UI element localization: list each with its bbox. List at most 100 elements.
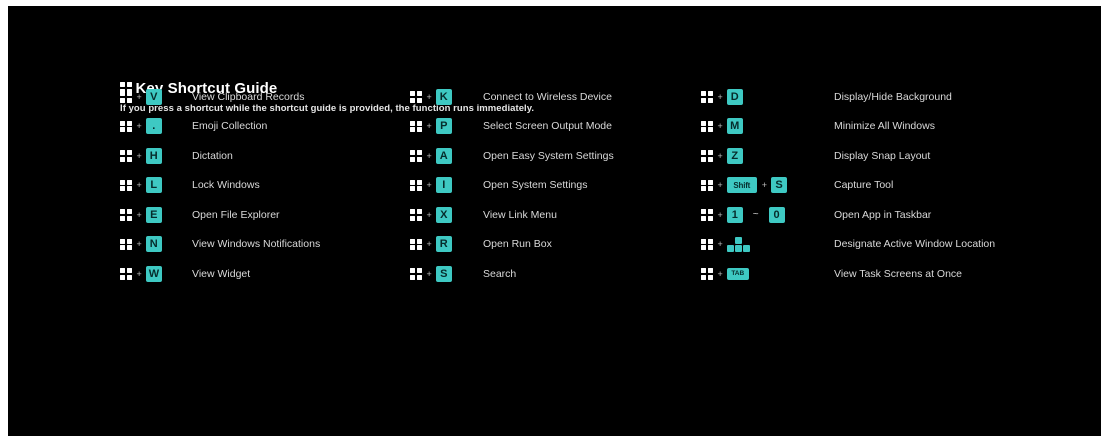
windows-key-icon	[410, 238, 422, 250]
shortcut-key: V	[145, 88, 162, 105]
windows-key-icon	[120, 91, 132, 103]
shortcut-row: + H Dictation	[120, 141, 233, 171]
shortcut-key: S	[435, 265, 452, 282]
plus-sign: +	[717, 268, 723, 279]
plus-sign: +	[717, 239, 723, 250]
windows-key-icon	[410, 120, 422, 132]
shortcut-row: + W View Widget	[120, 259, 250, 289]
windows-key-icon	[701, 120, 713, 132]
shortcut-label: Open Run Box	[483, 238, 552, 251]
shortcut-key: A	[435, 147, 452, 164]
shortcut-key: W	[145, 265, 163, 282]
shortcut-key: X	[435, 206, 452, 223]
shortcut-label: Display Snap Layout	[834, 149, 931, 162]
range-tilde: ~	[752, 209, 759, 221]
shift-key: Shift	[726, 177, 757, 194]
shortcut-row: +. Emoji Collection	[120, 112, 267, 142]
shortcut-label: Select Screen Output Mode	[483, 120, 612, 133]
windows-key-icon	[410, 209, 422, 221]
windows-key-icon	[701, 150, 713, 162]
shortcut-row: + A Open Easy System Settings	[410, 141, 614, 171]
shortcut-key: Z	[726, 147, 743, 164]
plus-sign: +	[136, 121, 142, 132]
shortcut-row: + I Open System Settings	[410, 171, 587, 201]
windows-key-icon	[120, 238, 132, 250]
plus-sign: +	[426, 150, 432, 161]
tab-key: TAB	[726, 267, 749, 280]
shortcut-key: K	[435, 88, 452, 105]
shortcut-row: + X View Link Menu	[410, 200, 557, 230]
number-key-end: 0	[768, 206, 785, 223]
shortcut-key: P	[435, 118, 452, 135]
shortcut-guide-header: Key Shortcut Guide If you press a shortc…	[120, 78, 534, 114]
shortcut-key: E	[145, 206, 162, 223]
windows-key-icon	[701, 179, 713, 191]
arrow-keys-icon	[726, 236, 750, 252]
plus-sign: +	[426, 91, 432, 102]
shortcut-label: Open Easy System Settings	[483, 149, 614, 162]
shortcut-row: + M Minimize All Windows	[701, 112, 935, 142]
shortcut-key: D	[726, 88, 743, 105]
windows-key-icon	[410, 268, 422, 280]
plus-sign: +	[136, 180, 142, 191]
shortcut-label: Open File Explorer	[192, 208, 280, 221]
windows-key-icon	[410, 91, 422, 103]
shortcut-key: L	[145, 177, 162, 194]
shortcut-label: Minimize All Windows	[834, 120, 935, 133]
plus-sign: +	[136, 209, 142, 220]
plus-sign: +	[426, 268, 432, 279]
shortcut-label: Capture Tool	[834, 179, 894, 192]
plus-sign: +	[136, 268, 142, 279]
plus-sign: +	[136, 239, 142, 250]
shortcut-label: Dictation	[192, 149, 233, 162]
plus-sign: +	[426, 121, 432, 132]
plus-sign: +	[717, 180, 723, 191]
plus-sign: +	[426, 180, 432, 191]
plus-sign: +	[761, 180, 768, 191]
shortcut-row: + R Open Run Box	[410, 230, 552, 260]
plus-sign: +	[717, 91, 723, 102]
shortcut-label: Open System Settings	[483, 179, 588, 192]
windows-key-icon	[410, 179, 422, 191]
windows-key-icon	[120, 209, 132, 221]
shortcut-row: + K Connect to Wireless Device	[410, 82, 612, 112]
shortcut-key: S	[771, 177, 788, 194]
shortcut-key: H	[145, 147, 162, 164]
shortcut-row: + N View Windows Notifications	[120, 230, 320, 260]
shortcut-row: + V View Clipboard Records	[120, 82, 304, 112]
plus-sign: +	[426, 239, 432, 250]
shortcut-label: Connect to Wireless Device	[483, 90, 612, 103]
shortcut-column-3: + D Display/Hide Background + M Minimize A…	[701, 82, 995, 289]
plus-sign: +	[717, 209, 723, 220]
windows-key-icon	[120, 268, 132, 280]
windows-key-icon	[410, 150, 422, 162]
shortcut-label: Designate Active Window Location	[834, 238, 996, 251]
shortcut-column-1: + V View Clipboard Records +. Emoji Colle…	[120, 82, 320, 289]
shortcut-row: + D Display/Hide Background	[701, 82, 952, 112]
plus-sign: +	[136, 150, 142, 161]
shortcut-key: I	[435, 177, 452, 194]
guide-subtitle: If you press a shortcut while the shortc…	[120, 103, 535, 114]
plus-sign: +	[717, 121, 723, 132]
shortcut-row: + Z Display Snap Layout	[701, 141, 930, 171]
plus-sign: +	[136, 91, 142, 102]
windows-key-icon	[120, 150, 132, 162]
windows-key-icon	[701, 238, 713, 250]
shortcut-row: + P Select Screen Output Mode	[410, 112, 612, 142]
shortcut-key: .	[145, 118, 162, 135]
shortcut-row: + TAB View Task Screens at Once	[701, 259, 962, 289]
windows-key-icon	[120, 179, 132, 191]
shortcut-label: View Link Menu	[483, 208, 557, 221]
shortcut-row: + Shift + S Capture Tool	[701, 171, 893, 201]
guide-title: Key Shortcut Guide	[120, 78, 534, 98]
shortcut-row: + S Search	[410, 259, 516, 289]
windows-key-icon	[120, 120, 132, 132]
shortcut-label: View Windows Notifications	[192, 238, 321, 251]
plus-sign: +	[426, 209, 432, 220]
shortcut-row: + L Lock Windows	[120, 171, 260, 201]
shortcut-guide-screen: Key Shortcut Guide If you press a shortc…	[8, 6, 1101, 436]
plus-sign: +	[717, 150, 723, 161]
shortcut-column-2: + K Connect to Wireless Device + P Select …	[410, 82, 614, 289]
shortcut-row: + E Open File Explorer	[120, 200, 280, 230]
windows-key-icon	[701, 91, 713, 103]
